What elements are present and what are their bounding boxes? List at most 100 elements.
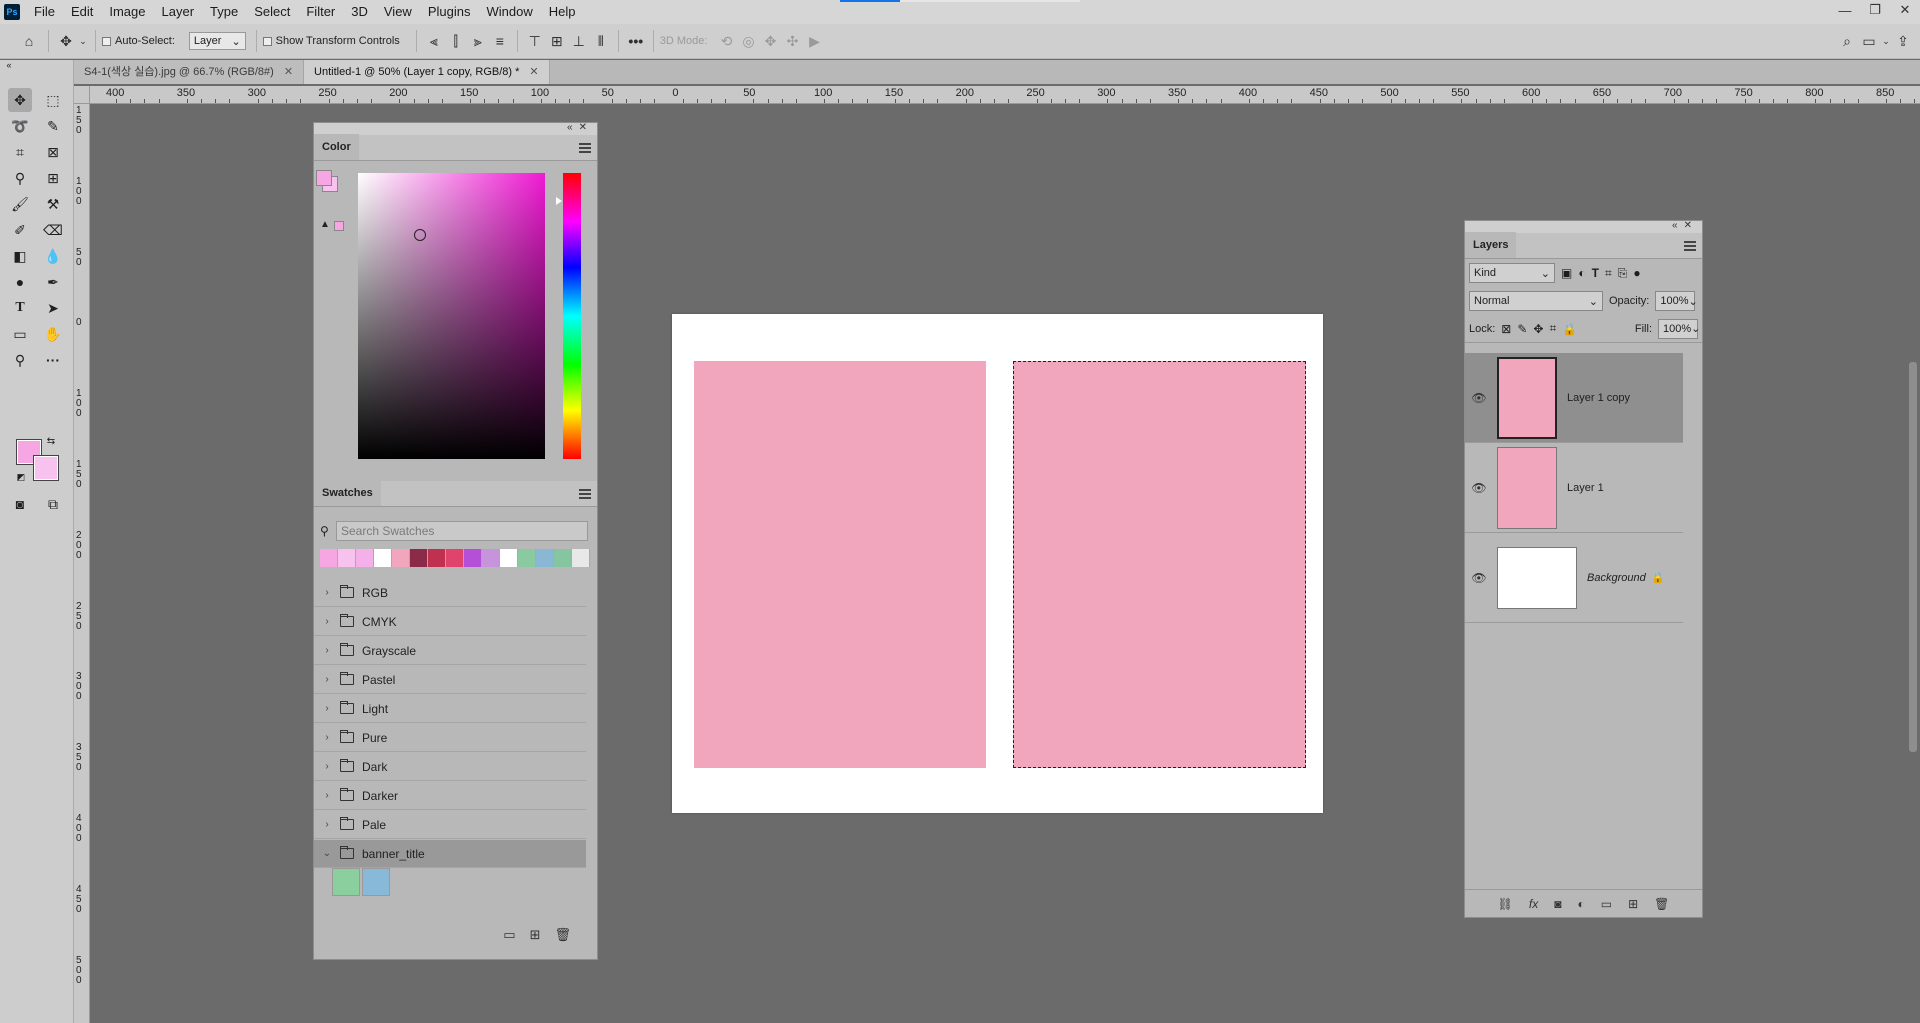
swatch-cell[interactable]: [482, 549, 500, 567]
new-group-icon[interactable]: ▭: [1601, 897, 1612, 911]
auto-select-target-dropdown[interactable]: Layer ⌄: [188, 32, 246, 50]
panel-menu-icon[interactable]: [1684, 241, 1696, 251]
swatch-folder-pale[interactable]: › Pale: [314, 811, 586, 839]
default-colors-icon[interactable]: ◩: [14, 470, 28, 484]
tab-color[interactable]: Color: [314, 134, 359, 160]
menu-layer[interactable]: Layer: [154, 0, 203, 24]
chevron-right-icon[interactable]: ›: [320, 761, 334, 772]
layer-name[interactable]: Layer 1 copy: [1567, 392, 1630, 404]
dodge-tool-icon[interactable]: ●: [8, 270, 32, 294]
swatch-cell[interactable]: [428, 549, 446, 567]
chevron-right-icon[interactable]: ›: [320, 790, 334, 801]
screen-mode-icon[interactable]: ⧉: [41, 492, 65, 516]
menu-edit[interactable]: Edit: [63, 0, 101, 24]
gradient-tool-icon[interactable]: ◧: [8, 244, 32, 268]
document-tab-untitled-1[interactable]: Untitled-1 @ 50% (Layer 1 copy, RGB/8) *…: [304, 60, 550, 84]
collapse-toolbar-icon[interactable]: «: [2, 60, 16, 70]
history-brush-tool-icon[interactable]: ✐: [8, 218, 32, 242]
fill-input[interactable]: 100% ⌄: [1658, 318, 1700, 339]
restore-icon[interactable]: ❐: [1860, 0, 1890, 20]
close-icon[interactable]: ✕: [1890, 0, 1920, 20]
chevron-right-icon[interactable]: ›: [320, 587, 334, 598]
swatch-cell[interactable]: [536, 549, 554, 567]
align-left-icon[interactable]: ⫷: [423, 30, 445, 52]
clone-stamp-tool-icon[interactable]: ⚒: [41, 192, 65, 216]
swatch-cell[interactable]: [392, 549, 410, 567]
lock-transparent-icon[interactable]: ⊠: [1501, 322, 1511, 336]
layer-row-layer-1-copy[interactable]: 👁 Layer 1 copy: [1465, 353, 1683, 443]
filter-smart-object-icon[interactable]: ⎘: [1618, 266, 1628, 281]
panel-menu-icon[interactable]: [579, 489, 591, 499]
swatch-folder-cmyk[interactable]: › CMYK: [314, 608, 586, 636]
swatch-cell[interactable]: [464, 549, 482, 567]
share-icon[interactable]: ⇪: [1892, 30, 1914, 52]
distribute-icon[interactable]: ≡: [489, 30, 511, 52]
swatch-cell[interactable]: [320, 549, 338, 567]
menu-view[interactable]: View: [376, 0, 420, 24]
menu-image[interactable]: Image: [101, 0, 153, 24]
swatch-folder-rgb[interactable]: › RGB: [314, 579, 586, 607]
swatch-cell[interactable]: [362, 868, 390, 896]
chevron-right-icon[interactable]: ›: [320, 732, 334, 743]
document-canvas[interactable]: [672, 314, 1323, 813]
vertical-scrollbar[interactable]: [1906, 104, 1920, 1023]
align-right-icon[interactable]: ⫸: [467, 30, 489, 52]
align-bottom-icon[interactable]: ⊥: [568, 30, 590, 52]
type-tool-icon[interactable]: T: [8, 296, 32, 320]
swatch-folder-pastel[interactable]: › Pastel: [314, 666, 586, 694]
background-color-swatch[interactable]: [33, 455, 59, 481]
hand-tool-icon[interactable]: ✋: [41, 322, 65, 346]
blend-mode-dropdown[interactable]: Normal ⌄: [1469, 291, 1603, 311]
swatch-folder-darker[interactable]: › Darker: [314, 782, 586, 810]
swatch-cell[interactable]: [446, 549, 464, 567]
move-tool-icon[interactable]: ✥: [8, 88, 32, 112]
layer-style-icon[interactable]: fx: [1529, 897, 1538, 911]
hue-slider[interactable]: [563, 173, 581, 459]
new-swatch-icon[interactable]: ⊞: [530, 927, 541, 943]
path-selection-tool-icon[interactable]: ➤: [41, 296, 65, 320]
document-tab-s4-1[interactable]: S4-1(색상 실습).jpg @ 66.7% (RGB/8#) ✕: [74, 60, 305, 84]
chevron-right-icon[interactable]: ›: [320, 703, 334, 714]
filter-toggle-icon[interactable]: ●: [1633, 266, 1640, 280]
filter-pixel-icon[interactable]: ▣: [1561, 266, 1572, 280]
link-layers-icon[interactable]: ⛓: [1498, 897, 1513, 911]
filter-kind-dropdown[interactable]: Kind ⌄: [1469, 263, 1555, 283]
minimize-icon[interactable]: —: [1830, 0, 1860, 20]
visibility-eye-icon[interactable]: 👁: [1465, 391, 1493, 405]
close-icon[interactable]: ✕: [284, 60, 293, 84]
swatch-cell[interactable]: [518, 549, 536, 567]
menu-type[interactable]: Type: [202, 0, 246, 24]
filter-adjustment-icon[interactable]: ◐: [1578, 266, 1585, 280]
checkbox-box[interactable]: [102, 36, 111, 46]
layer-1-shape[interactable]: [694, 361, 986, 768]
delete-icon[interactable]: 🗑: [1654, 897, 1669, 911]
search-swatches-input[interactable]: Search Swatches: [336, 521, 588, 541]
quick-selection-tool-icon[interactable]: ✎: [41, 114, 65, 138]
rectangle-tool-icon[interactable]: ▭: [8, 322, 32, 346]
filter-type-icon[interactable]: T: [1592, 266, 1599, 280]
pen-tool-icon[interactable]: ✒: [41, 270, 65, 294]
swatch-cell[interactable]: [572, 549, 590, 567]
panel-collapse-close-icons[interactable]: «✕: [567, 122, 593, 133]
add-mask-icon[interactable]: ◙: [1554, 897, 1561, 911]
home-icon[interactable]: ⌂: [16, 30, 42, 52]
search-icon[interactable]: ⌕: [1836, 30, 1858, 52]
panel-menu-icon[interactable]: [579, 143, 591, 153]
new-folder-icon[interactable]: ▭: [503, 927, 515, 943]
menu-select[interactable]: Select: [246, 0, 298, 24]
blur-tool-icon[interactable]: 💧: [41, 244, 65, 268]
opacity-input[interactable]: 100% ⌄: [1655, 291, 1698, 311]
swatch-folder-light[interactable]: › Light: [314, 695, 586, 723]
crop-tool-icon[interactable]: ⌗: [8, 140, 32, 164]
eyedropper-tool-icon[interactable]: ⚲: [8, 166, 32, 190]
scrollbar-thumb[interactable]: [1909, 362, 1917, 752]
swatch-folder-pure[interactable]: › Pure: [314, 724, 586, 752]
checkbox-box[interactable]: [262, 36, 272, 46]
chevron-right-icon[interactable]: ›: [320, 819, 334, 830]
frame-tool-icon[interactable]: ⊠: [41, 140, 65, 164]
healing-brush-tool-icon[interactable]: ⊞: [41, 166, 65, 190]
lock-image-icon[interactable]: ✎: [1517, 322, 1527, 336]
swatch-folder-banner-title[interactable]: ⌄ banner_title: [314, 840, 586, 868]
eraser-tool-icon[interactable]: ⌫: [41, 218, 65, 242]
swap-colors-icon[interactable]: ⇆: [44, 434, 58, 448]
